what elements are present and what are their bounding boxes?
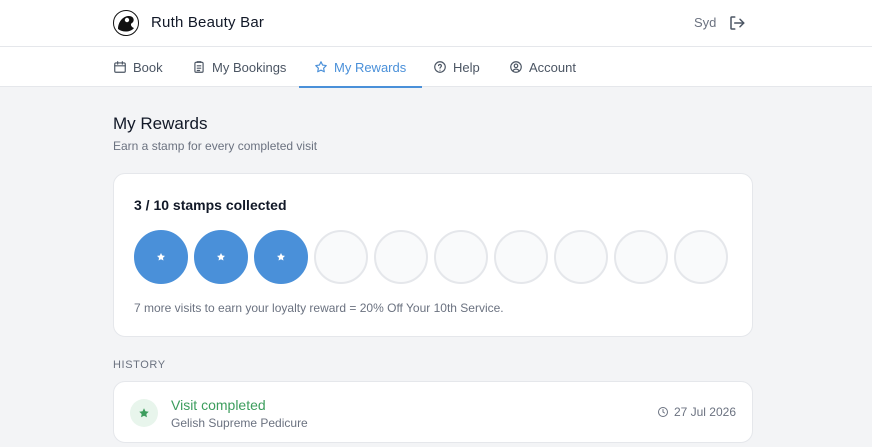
page-subtitle: Earn a stamp for every completed visit: [113, 139, 318, 153]
tab-my-rewards[interactable]: My Rewards: [298, 47, 423, 88]
main-nav: Book My Bookings My Rewards Help Account: [0, 47, 872, 88]
user-name: Syd: [694, 15, 717, 30]
user-circle-icon: [510, 61, 522, 73]
history-heading: HISTORY: [113, 359, 166, 371]
top-bar: Ruth Beauty Bar Syd: [0, 0, 872, 47]
brand-name: Ruth Beauty Bar: [151, 14, 265, 31]
logout-icon[interactable]: [728, 14, 746, 32]
star-icon: [277, 253, 285, 261]
star-icon: [139, 408, 149, 418]
clock-icon: [657, 407, 668, 417]
tab-book[interactable]: Book: [113, 47, 163, 87]
tab-label: Book: [133, 59, 163, 75]
history-item-date: 27 Jul 2026: [657, 405, 736, 419]
salon-logo-icon: [113, 10, 139, 36]
tab-label: My Rewards: [334, 59, 407, 75]
history-status-badge: [130, 399, 158, 427]
stamp-empty: [494, 230, 548, 284]
stamp-empty: [434, 230, 488, 284]
tab-help[interactable]: Help: [433, 47, 480, 87]
stamp-filled: [194, 230, 248, 284]
star-icon: [217, 253, 225, 261]
stamp-empty: [554, 230, 608, 284]
history-item-title: Visit completed: [171, 397, 266, 413]
star-icon: [315, 61, 327, 73]
help-circle-icon: [434, 61, 446, 73]
stamp-filled: [134, 230, 188, 284]
tab-label: Help: [453, 59, 480, 75]
stamp-empty: [374, 230, 428, 284]
calendar-icon: [114, 61, 126, 73]
stamp-empty: [614, 230, 668, 284]
tab-account[interactable]: Account: [509, 47, 576, 87]
clipboard-icon: [194, 61, 204, 73]
tab-label: Account: [529, 59, 576, 75]
stamp-row: [134, 230, 728, 284]
stamp-count: 3 / 10 stamps collected: [134, 197, 287, 213]
reward-note: 7 more visits to earn your loyalty rewar…: [134, 301, 504, 315]
page-title: My Rewards: [113, 114, 208, 133]
history-date-text: 27 Jul 2026: [673, 405, 736, 419]
star-icon: [157, 253, 165, 261]
stamp-card: 3 / 10 stamps collected 7 more visits to…: [113, 173, 753, 337]
stamp-empty: [674, 230, 728, 284]
stamp-filled: [254, 230, 308, 284]
tab-label: My Bookings: [212, 59, 287, 75]
history-item: Visit completed Gelish Supreme Pedicure …: [113, 381, 753, 443]
tab-my-bookings[interactable]: My Bookings: [192, 47, 286, 87]
history-item-service: Gelish Supreme Pedicure: [171, 416, 308, 430]
stamp-empty: [314, 230, 368, 284]
